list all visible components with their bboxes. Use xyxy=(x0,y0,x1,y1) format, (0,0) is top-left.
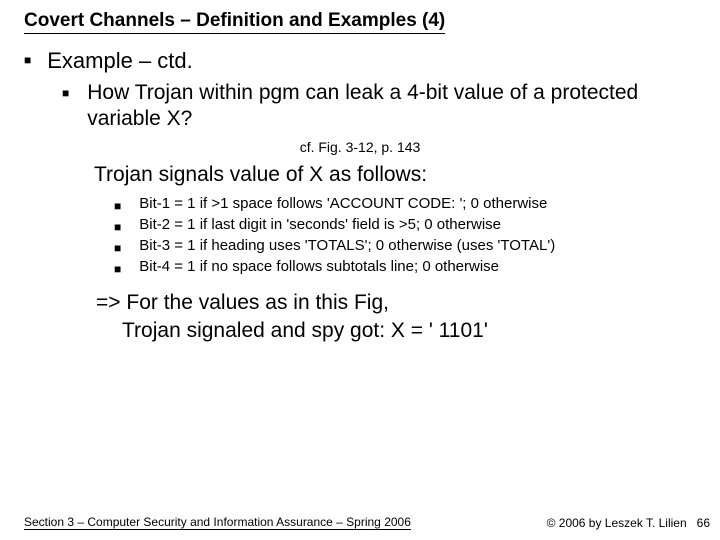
lvl2-text: How Trojan within pgm can leak a 4-bit v… xyxy=(87,80,696,133)
list-item: ■ Bit-4 = 1 if no space follows subtotal… xyxy=(114,258,696,275)
lvl1-text: Example – ctd. xyxy=(47,48,193,74)
conclusion: => For the values as in this Fig, Trojan… xyxy=(96,289,696,346)
conclusion-line-1: => For the values as in this Fig, xyxy=(96,289,696,317)
slide: Covert Channels – Definition and Example… xyxy=(0,0,720,540)
footer: Section 3 – Computer Security and Inform… xyxy=(24,515,710,530)
page-number: 66 xyxy=(697,516,710,530)
bit-text: Bit-1 = 1 if >1 space follows 'ACCOUNT C… xyxy=(139,195,547,212)
bit-text: Bit-3 = 1 if heading uses 'TOTALS'; 0 ot… xyxy=(139,237,555,254)
footer-left: Section 3 – Computer Security and Inform… xyxy=(24,515,411,530)
square-bullet-icon: ■ xyxy=(114,200,121,212)
bits-list: ■ Bit-1 = 1 if >1 space follows 'ACCOUNT… xyxy=(114,195,696,275)
bit-text: Bit-4 = 1 if no space follows subtotals … xyxy=(139,258,499,275)
list-item: ■ Bit-1 = 1 if >1 space follows 'ACCOUNT… xyxy=(114,195,696,212)
conclusion-line-2: Trojan signaled and spy got: X = ' 1101' xyxy=(122,317,696,345)
slide-title: Covert Channels – Definition and Example… xyxy=(24,10,445,34)
list-item: ■ Bit-3 = 1 if heading uses 'TOTALS'; 0 … xyxy=(114,237,696,254)
square-bullet-icon: ■ xyxy=(114,263,121,275)
list-item: ■ Bit-2 = 1 if last digit in 'seconds' f… xyxy=(114,216,696,233)
bit-text: Bit-2 = 1 if last digit in 'seconds' fie… xyxy=(139,216,501,233)
square-bullet-icon: ■ xyxy=(24,54,31,66)
signal-intro: Trojan signals value of X as follows: xyxy=(94,163,696,187)
square-bullet-icon: ■ xyxy=(114,242,121,254)
square-bullet-icon: ■ xyxy=(114,221,121,233)
square-bullet-icon: ■ xyxy=(62,87,69,99)
footer-right-group: © 2006 by Leszek T. Lilien 66 xyxy=(547,516,710,530)
bullet-lvl2: ■ How Trojan within pgm can leak a 4-bit… xyxy=(62,80,696,133)
bullet-lvl1: ■ Example – ctd. xyxy=(24,48,696,74)
footer-copyright: © 2006 by Leszek T. Lilien xyxy=(547,516,687,530)
figure-reference: cf. Fig. 3-12, p. 143 xyxy=(24,139,696,155)
